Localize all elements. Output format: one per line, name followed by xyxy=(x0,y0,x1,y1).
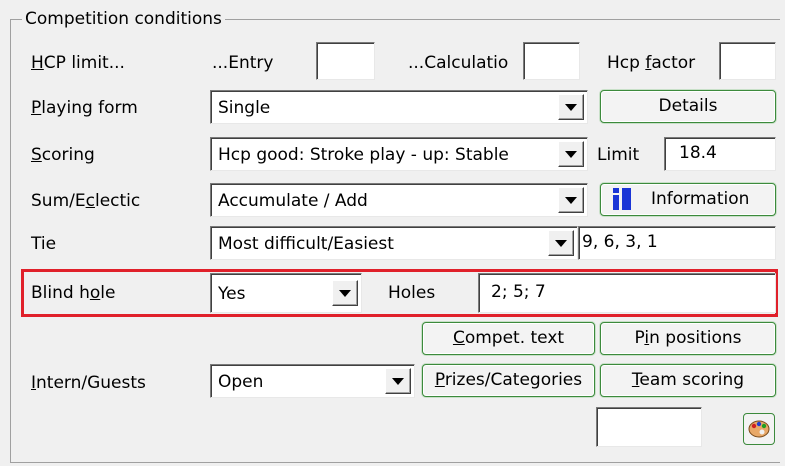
hcp-factor-label: Hcp factor xyxy=(607,53,696,73)
scoring-label: Scoring xyxy=(31,145,95,165)
blind-hole-select[interactable]: Yes xyxy=(210,273,362,313)
playing-form-value: Single xyxy=(218,98,271,118)
playing-form-label: Playing form xyxy=(31,98,138,118)
tie-select[interactable]: Most difficult/Easiest xyxy=(210,226,578,260)
holes-label: Holes xyxy=(388,283,436,303)
chevron-down-icon[interactable] xyxy=(332,280,358,306)
blind-hole-label: Blind hole xyxy=(31,283,116,303)
information-button[interactable]: Information xyxy=(600,183,776,216)
sum-eclectic-select[interactable]: Accumulate / Add xyxy=(210,183,588,217)
tie-holes-field[interactable]: 9, 6, 3, 1 xyxy=(578,226,776,260)
information-label: Information xyxy=(651,189,750,209)
limit-field[interactable]: 18.4 xyxy=(664,137,776,171)
intern-guests-label: Intern/Guests xyxy=(31,373,146,393)
hcp-factor-field[interactable] xyxy=(719,42,776,80)
chevron-down-icon[interactable] xyxy=(558,141,584,167)
group-title: Competition conditions xyxy=(22,8,225,30)
calculation-label: ...Calculatio xyxy=(408,53,509,73)
palette-button[interactable] xyxy=(743,413,775,445)
hcp-limit-label: HCP limit... xyxy=(31,53,125,73)
intern-guests-select[interactable]: Open xyxy=(210,364,415,398)
sum-eclectic-label: Sum/Eclectic xyxy=(31,191,141,211)
blind-holes-field[interactable]: 2; 5; 7 xyxy=(478,273,776,313)
blind-hole-value: Yes xyxy=(218,284,246,304)
chevron-down-icon[interactable] xyxy=(558,187,584,213)
playing-form-select[interactable]: Single xyxy=(210,90,588,124)
prizes-categories-button[interactable]: Prizes/Categories xyxy=(422,364,595,397)
entry-label: ...Entry xyxy=(212,53,274,73)
scoring-value: Hcp good: Stroke play - up: Stable xyxy=(218,145,509,165)
tie-label: Tie xyxy=(31,234,57,254)
sum-eclectic-value: Accumulate / Add xyxy=(218,191,368,211)
team-scoring-button[interactable]: Team scoring xyxy=(600,364,776,397)
chevron-down-icon[interactable] xyxy=(548,230,574,256)
bottom-field[interactable] xyxy=(596,407,702,447)
compet-text-button[interactable]: Compet. text xyxy=(422,322,595,355)
entry-field[interactable] xyxy=(316,42,375,80)
scoring-select[interactable]: Hcp good: Stroke play - up: Stable xyxy=(210,137,588,171)
pin-positions-button[interactable]: Pin positions xyxy=(600,322,776,355)
chevron-down-icon[interactable] xyxy=(558,94,584,120)
calculation-field[interactable] xyxy=(523,42,580,80)
intern-guests-value: Open xyxy=(218,372,264,392)
palette-icon xyxy=(748,420,770,438)
tie-value: Most difficult/Easiest xyxy=(218,234,394,254)
chevron-down-icon[interactable] xyxy=(385,368,411,394)
limit-label: Limit xyxy=(597,145,640,165)
details-button[interactable]: Details xyxy=(600,90,776,123)
info-icon xyxy=(613,188,633,210)
